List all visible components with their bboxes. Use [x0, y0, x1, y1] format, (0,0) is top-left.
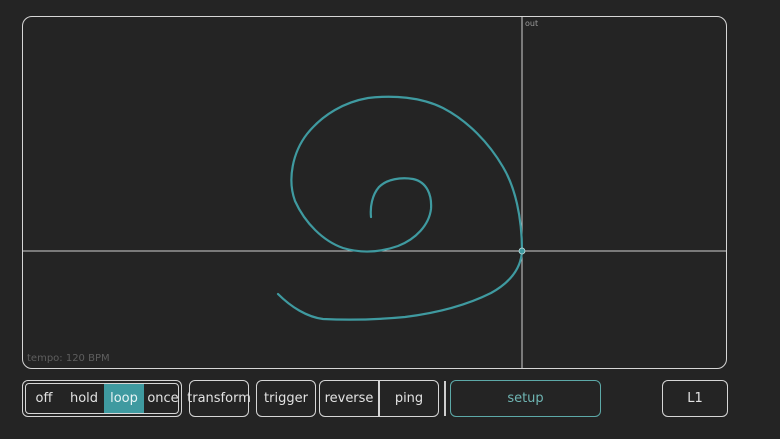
playback-mode-selector: off hold loop once	[22, 380, 182, 417]
playhead-dot	[518, 247, 526, 255]
setup-button[interactable]: setup	[450, 380, 601, 417]
spiral-curve	[276, 95, 524, 321]
mode-off-button[interactable]: off	[26, 384, 62, 413]
curve-plot	[23, 17, 726, 368]
reverse-button[interactable]: reverse	[320, 381, 378, 416]
tempo-label: tempo: 120 BPM	[27, 353, 110, 364]
ping-button[interactable]: ping	[380, 381, 438, 416]
mode-once-button[interactable]: once	[146, 384, 180, 413]
layer-button[interactable]: L1	[662, 380, 728, 417]
mode-hold-button[interactable]: hold	[64, 384, 104, 413]
out-label: out	[525, 19, 539, 28]
direction-group: reverse ping	[319, 380, 439, 417]
trigger-button[interactable]: trigger	[256, 380, 316, 417]
transform-button[interactable]: transform	[187, 380, 251, 417]
toolbar-divider	[444, 381, 446, 416]
mode-loop-button[interactable]: loop	[104, 384, 144, 413]
curve-canvas[interactable]: out tempo: 120 BPM	[22, 16, 727, 369]
playback-mode-inner: off hold loop once	[25, 383, 179, 414]
